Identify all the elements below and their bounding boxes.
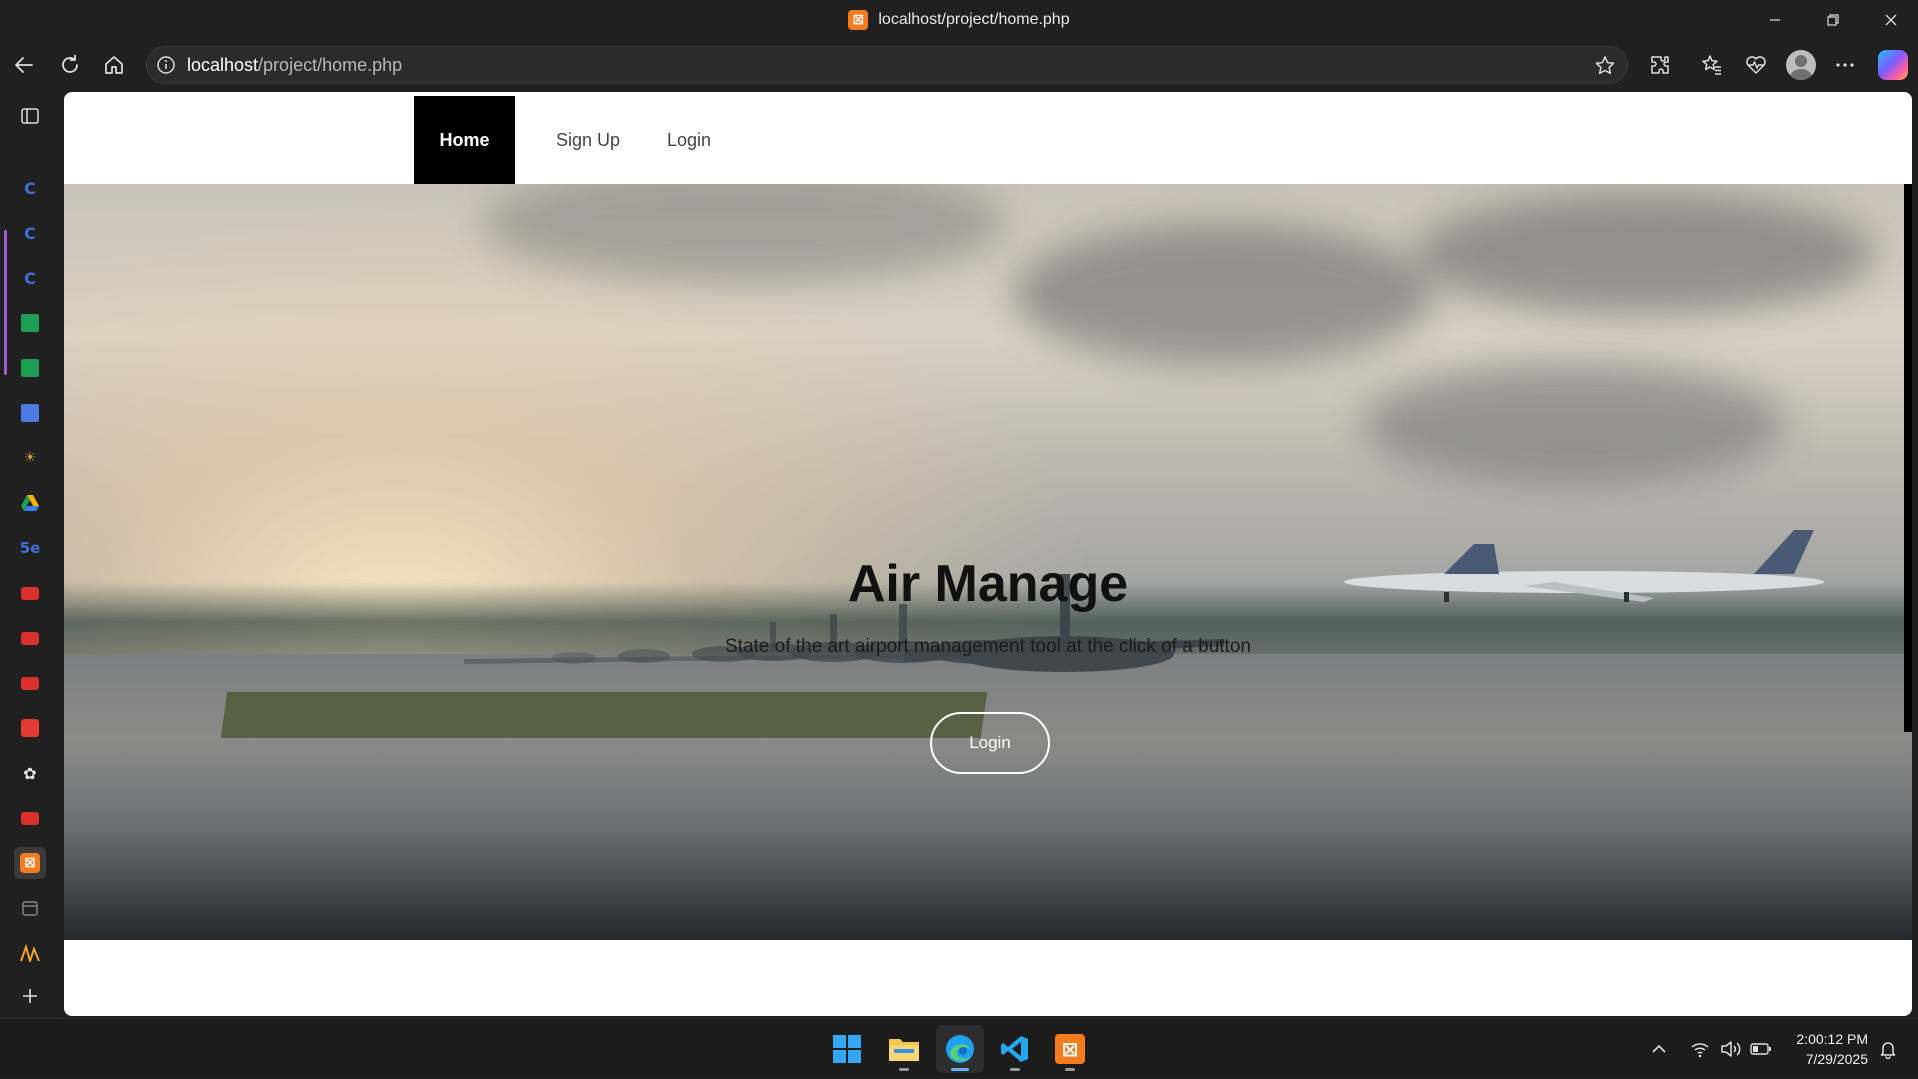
tab-c-3[interactable]: C: [14, 262, 46, 294]
favorites-icon[interactable]: [1694, 47, 1730, 83]
page-scrollbar[interactable]: [1904, 184, 1912, 732]
xampp-favicon-icon: ⊠: [848, 10, 869, 30]
vscode-icon[interactable]: [991, 1025, 1039, 1073]
vertical-tabs-sidebar: C C C ☀ 5e ✿ ⊠: [0, 90, 60, 1018]
volume-icon[interactable]: [1720, 1019, 1742, 1079]
window-title: ⊠ localhost/project/home.php: [0, 0, 1918, 40]
nav-home-link[interactable]: Home: [414, 96, 515, 184]
new-tab-plus-icon[interactable]: [14, 980, 46, 1012]
windows-taskbar: ⊠ 2:00:12 PM 7/29/2025: [0, 1018, 1918, 1078]
file-explorer-icon[interactable]: [880, 1025, 928, 1073]
hero-subtitle: State of the art airport management tool…: [725, 636, 1251, 657]
tab-calendar[interactable]: [14, 892, 46, 924]
home-icon[interactable]: [96, 47, 132, 83]
tab-c-2[interactable]: C: [14, 217, 46, 249]
notifications-icon[interactable]: [1878, 1019, 1898, 1079]
tab-group-indicator: [4, 230, 7, 375]
tab-drive[interactable]: [14, 487, 46, 519]
clock-time: 2:00:12 PM: [1796, 1031, 1868, 1047]
hero-banner-image: Air Manage State of the art airport mana…: [64, 184, 1912, 940]
hero-title: Air Manage: [847, 555, 1129, 613]
browser-toolbar: localhost/project/home.php: [0, 40, 1918, 90]
tab-c-1[interactable]: C: [14, 172, 46, 204]
window-title-bar: ⊠ localhost/project/home.php: [0, 0, 1918, 40]
profile-avatar[interactable]: [1786, 50, 1816, 80]
close-icon[interactable]: [1868, 0, 1914, 40]
system-clock[interactable]: 2:00:12 PM 7/29/2025: [1796, 1029, 1868, 1069]
address-bar[interactable]: localhost/project/home.php: [146, 46, 1628, 84]
url-text[interactable]: localhost/project/home.php: [187, 55, 402, 76]
tab-actions-icon[interactable]: [14, 100, 46, 132]
start-icon[interactable]: [823, 1025, 871, 1073]
restore-icon[interactable]: [1810, 0, 1856, 40]
more-options-icon[interactable]: [1827, 47, 1863, 83]
tab-wave[interactable]: [14, 937, 46, 969]
nav-login-link[interactable]: Login: [644, 96, 734, 184]
tab-youtube-4[interactable]: [14, 802, 46, 834]
refresh-icon[interactable]: [52, 47, 88, 83]
tab-youtube-3[interactable]: [14, 667, 46, 699]
info-icon[interactable]: [155, 54, 177, 76]
tab-youtube-1[interactable]: [14, 577, 46, 609]
window-title-text: localhost/project/home.php: [878, 11, 1070, 28]
battery-icon[interactable]: [1750, 1019, 1772, 1079]
tab-youtube-2[interactable]: [14, 622, 46, 654]
wifi-icon[interactable]: [1690, 1019, 1710, 1079]
show-hidden-icons-chevron-up-icon[interactable]: [1650, 1019, 1668, 1079]
edge-icon[interactable]: [936, 1025, 984, 1073]
back-icon[interactable]: [6, 47, 42, 83]
tab-5e[interactable]: 5e: [14, 532, 46, 564]
tab-docs[interactable]: [14, 397, 46, 429]
xampp-taskbar-icon[interactable]: ⊠: [1046, 1025, 1094, 1073]
site-navbar: Home Sign Up Login: [64, 96, 1912, 184]
web-page: Home Sign Up Login Air Manage State of t…: [64, 92, 1912, 1016]
extensions-icon[interactable]: [1642, 47, 1678, 83]
tab-sun[interactable]: ☀: [14, 442, 46, 474]
nav-signup-link[interactable]: Sign Up: [532, 96, 644, 184]
tab-chatgpt[interactable]: ✿: [14, 757, 46, 789]
browser-essentials-icon[interactable]: [1738, 47, 1774, 83]
hero-login-button[interactable]: Login: [930, 712, 1050, 774]
clock-date: 7/29/2025: [1805, 1051, 1868, 1067]
tab-pdf[interactable]: [14, 712, 46, 744]
tab-green-1[interactable]: [14, 307, 46, 339]
copilot-icon[interactable]: [1878, 50, 1908, 80]
tab-xampp[interactable]: ⊠: [14, 847, 46, 879]
favorite-star-icon[interactable]: [1593, 54, 1617, 78]
tab-green-2[interactable]: [14, 352, 46, 384]
minimize-icon[interactable]: [1752, 0, 1798, 40]
